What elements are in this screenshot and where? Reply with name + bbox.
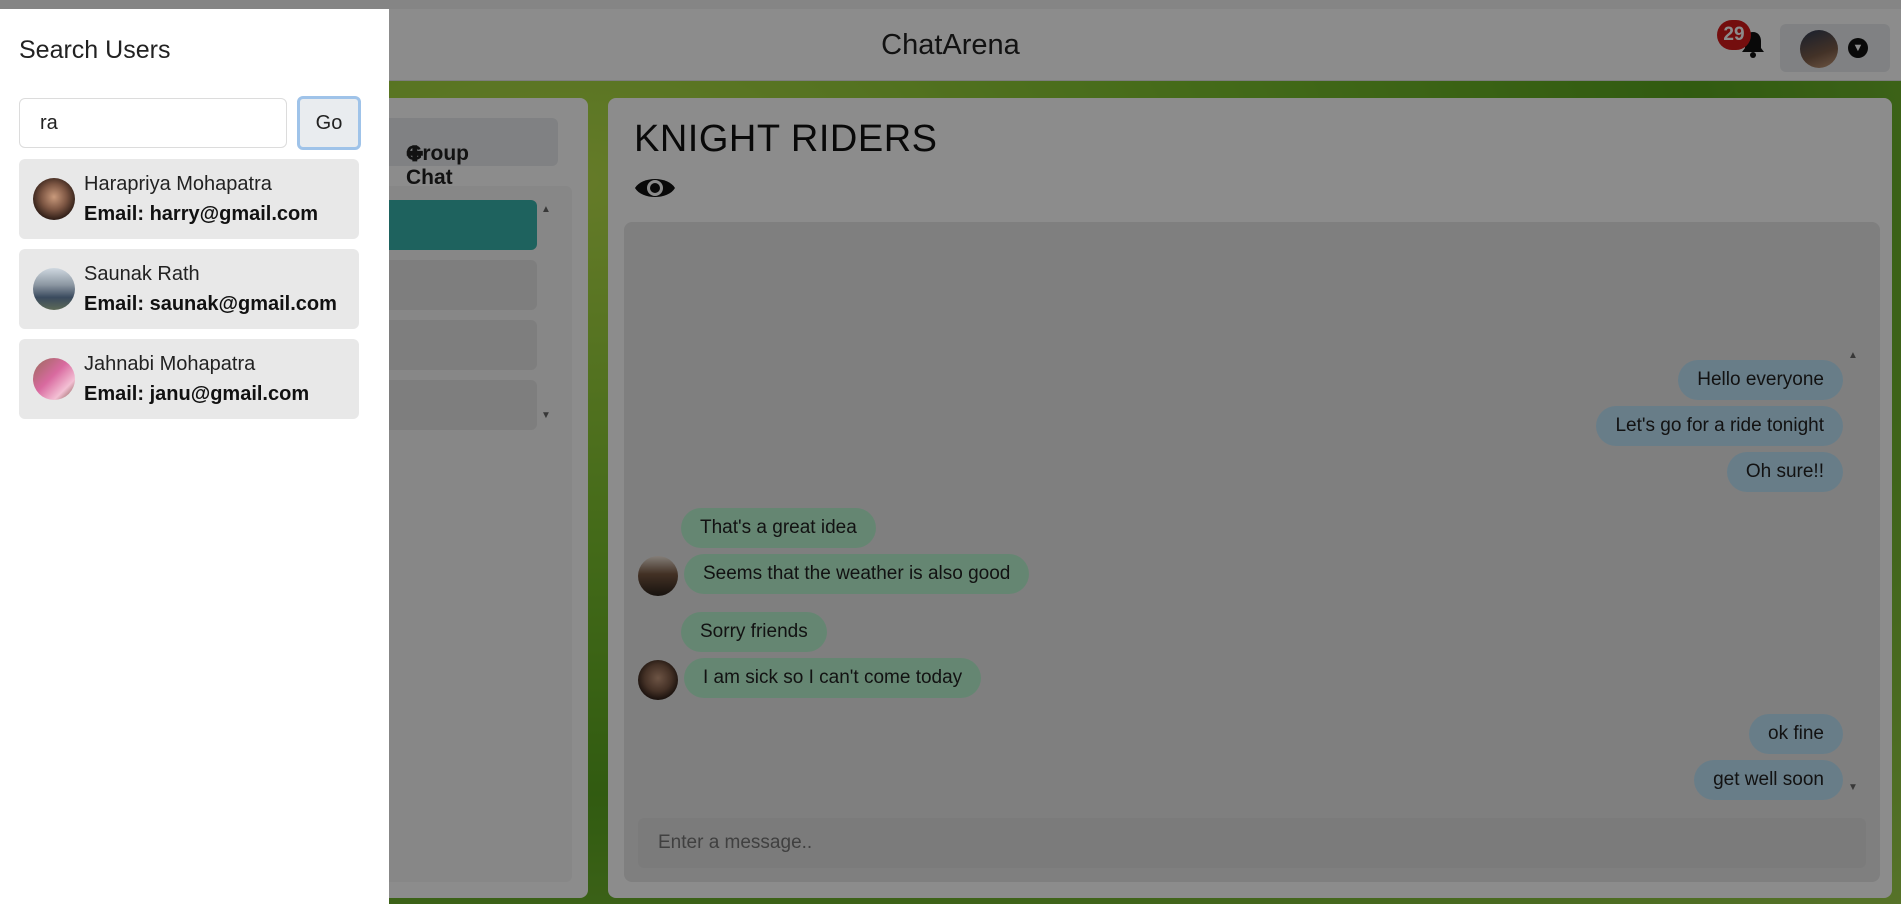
user-result-item[interactable]: Jahnabi Mohapatra Email: janu@gmail.com: [19, 339, 359, 419]
user-name: Harapriya Mohapatra: [84, 173, 272, 195]
avatar: [33, 358, 75, 400]
search-users-drawer: Search Users Go Harapriya Mohapatra Emai…: [0, 9, 389, 904]
user-email: Email: harry@gmail.com: [84, 203, 319, 225]
user-result-item[interactable]: Harapriya Mohapatra Email: harry@gmail.c…: [19, 159, 359, 239]
user-name: Jahnabi Mohapatra: [84, 353, 256, 375]
user-email: Email: janu@gmail.com: [84, 383, 310, 405]
go-button[interactable]: Go: [297, 96, 361, 150]
avatar: [33, 178, 75, 220]
search-input[interactable]: [19, 98, 287, 148]
user-name: Saunak Rath: [84, 263, 200, 285]
drawer-title: Search Users: [19, 36, 171, 64]
user-result-item[interactable]: Saunak Rath Email: saunak@gmail.com: [19, 249, 359, 329]
avatar: [33, 268, 75, 310]
user-email: Email: saunak@gmail.com: [84, 293, 337, 315]
